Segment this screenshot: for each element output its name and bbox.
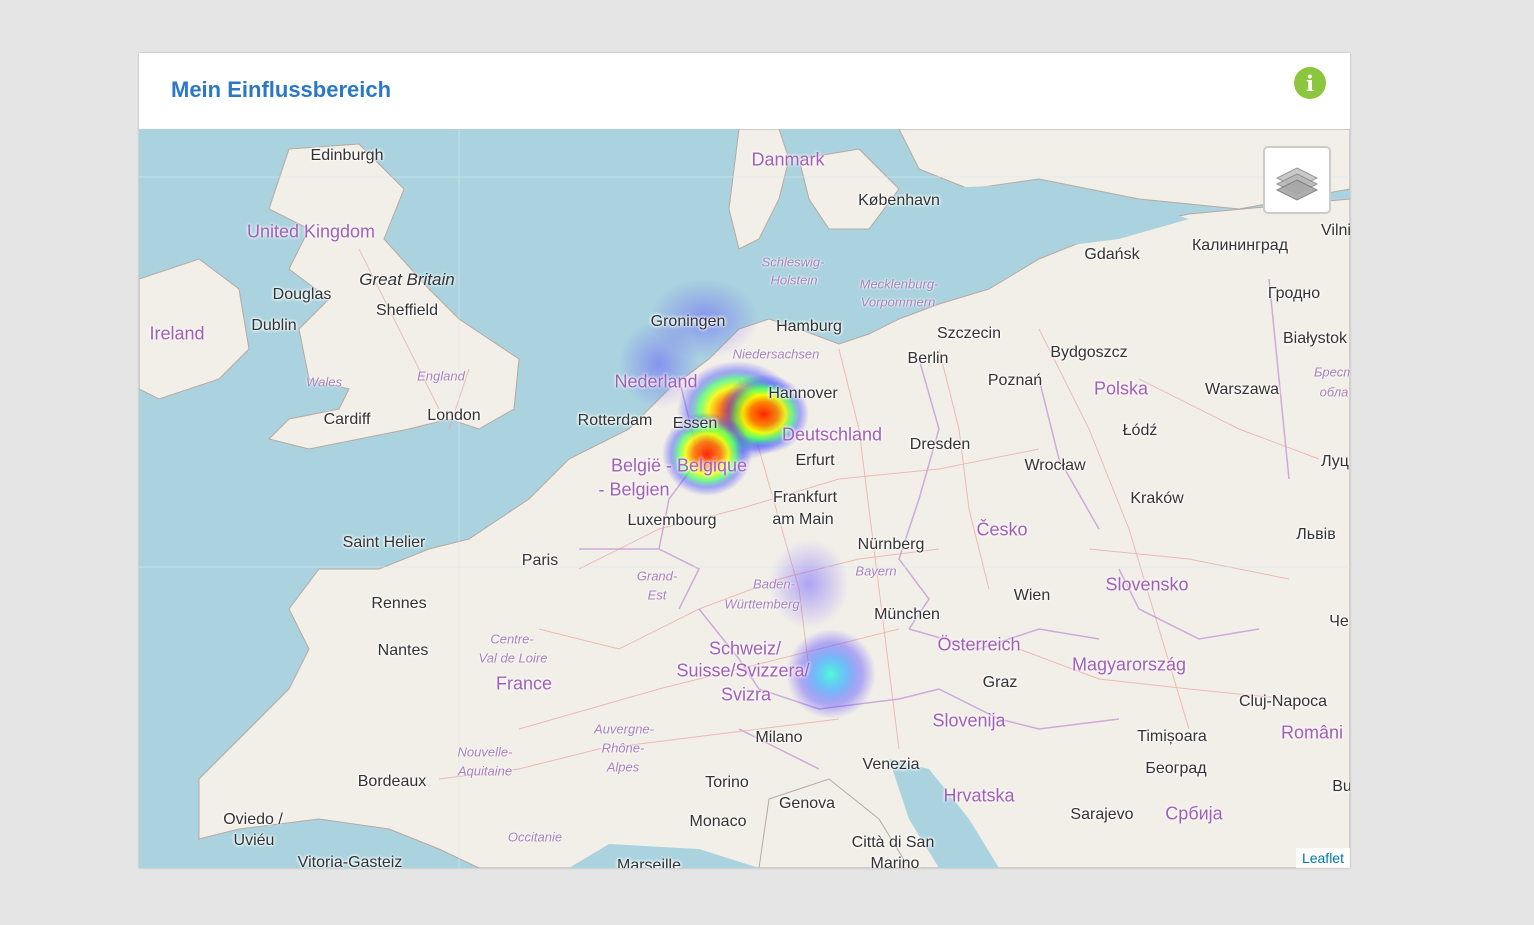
layers-icon (1275, 167, 1319, 201)
map-attribution: Leaflet (1295, 848, 1350, 868)
land (139, 129, 1350, 868)
influence-widget: Mein Einflussbereich i Edinburgh United … (139, 53, 1350, 868)
map-view[interactable]: Edinburgh United Kingdom Great Britain Doug… (139, 129, 1350, 868)
heat-spot-stuttgart (769, 539, 849, 629)
layers-control-button[interactable] (1263, 146, 1331, 214)
info-icon[interactable]: i (1294, 67, 1326, 99)
heat-spot-bodensee (786, 629, 876, 719)
map-base (139, 129, 1350, 868)
widget-title: Mein Einflussbereich (171, 77, 392, 102)
widget-header: Mein Einflussbereich i (139, 53, 1350, 129)
leaflet-link[interactable]: Leaflet (1302, 850, 1344, 866)
heat-spot-cologne (662, 412, 752, 496)
